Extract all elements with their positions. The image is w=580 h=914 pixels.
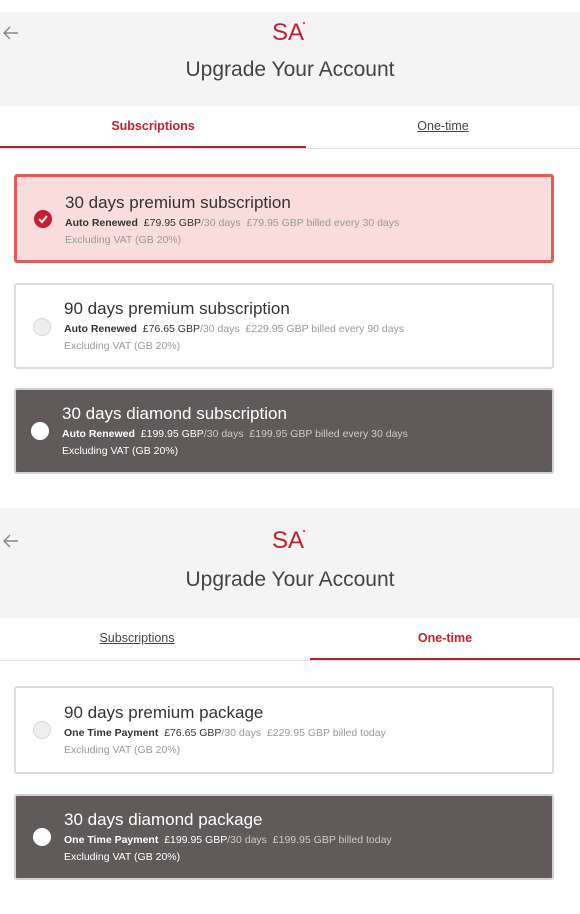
plan-pricing: Auto Renewed £79.95 GBP/30 days £79.95 G… <box>65 217 399 229</box>
plan-price: £76.65 GBP <box>164 727 222 739</box>
svg-text:SA: SA <box>272 527 304 552</box>
tab-bar: Subscriptions One-time <box>0 106 580 149</box>
screen-one-time: SA Upgrade Your Account Subscriptions On… <box>0 490 580 914</box>
plan-period: /30 days <box>221 727 262 739</box>
plan-card-90-days-premium[interactable]: 90 days premium subscription Auto Renewe… <box>14 283 554 369</box>
plan-period: /30 days <box>199 323 240 335</box>
tab-subscriptions[interactable]: Subscriptions <box>0 106 306 148</box>
logo-mark-icon: SA <box>272 19 305 44</box>
radio-unselected-icon[interactable] <box>33 828 51 846</box>
logo: SA <box>0 526 580 557</box>
checkmark-icon[interactable] <box>34 210 52 228</box>
plan-pricing: One Time Payment £76.65 GBP/30 days £229… <box>64 727 386 739</box>
plan-title: 90 days premium package <box>64 703 264 722</box>
plan-title: 30 days diamond subscription <box>62 404 287 423</box>
vat-note: Excluding VAT (GB 20%) <box>64 340 181 352</box>
radio-unselected-icon[interactable] <box>31 422 49 440</box>
plan-card-30-days-diamond-package[interactable]: 30 days diamond package One Time Payment… <box>14 794 554 880</box>
header: SA Upgrade Your Account <box>0 508 580 618</box>
billing-note: £229.95 GBP billed today <box>266 727 386 739</box>
plan-card-90-days-premium-package[interactable]: 90 days premium package One Time Payment… <box>14 686 554 774</box>
screen-subscriptions: SA Upgrade Your Account Subscriptions On… <box>0 0 580 490</box>
tab-one-time[interactable]: One-time <box>310 618 580 660</box>
plan-pricing: Auto Renewed £199.95 GBP/30 days £199.95… <box>62 428 408 440</box>
plan-period: /30 days <box>227 834 267 846</box>
plan-card-30-days-premium[interactable]: 30 days premium subscription Auto Renewe… <box>14 174 554 263</box>
plan-period: /30 days <box>203 428 244 440</box>
plan-title: 30 days premium subscription <box>65 193 291 212</box>
plan-title: 90 days premium subscription <box>64 299 290 318</box>
radio-unselected-icon[interactable] <box>33 318 51 336</box>
radio-unselected-icon[interactable] <box>33 721 51 739</box>
plan-price: £76.65 GBP <box>142 323 200 335</box>
vat-note: Excluding VAT (GB 20%) <box>65 234 182 246</box>
billing-note: £199.95 GBP billed today <box>272 834 392 846</box>
plan-pricing: One Time Payment £199.95 GBP/30 days £19… <box>64 834 392 846</box>
plan-pricing: Auto Renewed £76.65 GBP/30 days £229.95 … <box>64 323 404 335</box>
billing-note: £229.95 GBP billed every 90 days <box>245 323 405 335</box>
payment-type: One Time Payment <box>64 834 159 846</box>
header: SA Upgrade Your Account <box>0 12 580 106</box>
billing-note: £199.95 GBP billed every 30 days <box>249 428 408 440</box>
logo: SA <box>0 18 580 49</box>
page-title: Upgrade Your Account <box>185 568 395 591</box>
vat-note: Excluding VAT (GB 20%) <box>64 744 181 756</box>
payment-type: One Time Payment <box>64 727 159 739</box>
payment-type: Auto Renewed <box>62 428 135 440</box>
plan-price: £199.95 GBP <box>140 428 204 440</box>
plan-card-30-days-diamond[interactable]: 30 days diamond subscription Auto Renewe… <box>14 388 554 474</box>
plan-price: £79.95 GBP <box>143 217 201 229</box>
svg-text:SA: SA <box>272 19 304 44</box>
page-title: Upgrade Your Account <box>185 58 395 81</box>
tab-one-time[interactable]: One-time <box>306 106 580 146</box>
payment-type: Auto Renewed <box>64 323 137 335</box>
payment-type: Auto Renewed <box>65 217 138 229</box>
tab-subscriptions[interactable]: Subscriptions <box>0 618 274 658</box>
tab-bar: Subscriptions One-time <box>0 618 580 661</box>
vat-note: Excluding VAT (GB 20%) <box>62 445 179 457</box>
plan-period: /30 days <box>200 217 241 229</box>
vat-note: Excluding VAT (GB 20%) <box>64 851 181 863</box>
plan-price: £199.95 GBP <box>164 834 228 846</box>
billing-note: £79.95 GBP billed every 30 days <box>246 217 400 229</box>
logo-mark-icon: SA <box>272 527 305 552</box>
plan-title: 30 days diamond package <box>64 810 263 829</box>
